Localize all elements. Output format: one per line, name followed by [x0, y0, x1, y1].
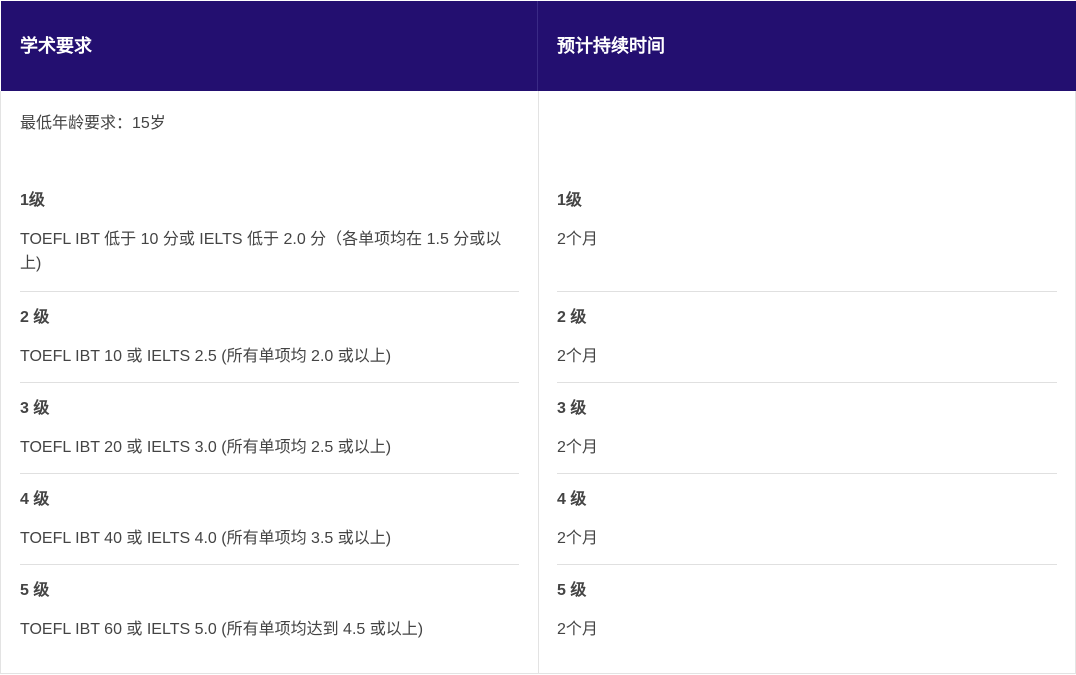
level-4-duration-label: 4 级	[557, 491, 587, 508]
header-academic-requirements: 学术要求	[1, 1, 538, 91]
row-divider	[557, 473, 1057, 474]
min-age-requirement: 最低年龄要求：15岁	[20, 115, 166, 132]
level-1-duration: 2个月	[557, 231, 598, 248]
table-header: 学术要求 预计持续时间	[1, 1, 1076, 91]
level-5-duration: 2个月	[557, 621, 598, 638]
level-1-label: 1级	[20, 192, 45, 209]
level-5-duration-label: 5 级	[557, 582, 587, 599]
row-divider	[557, 291, 1057, 292]
row-divider	[557, 382, 1057, 383]
level-5-requirement: TOEFL IBT 60 或 IELTS 5.0 (所有单项均达到 4.5 或以…	[20, 621, 424, 638]
level-4-label: 4 级	[20, 491, 50, 508]
row-divider	[557, 564, 1057, 565]
level-2-requirement: TOEFL IBT 10 或 IELTS 2.5 (所有单项均 2.0 或以上)	[20, 348, 392, 365]
level-1-duration-label: 1级	[557, 192, 582, 209]
level-2-label: 2 级	[20, 309, 50, 326]
level-4-duration: 2个月	[557, 530, 598, 547]
level-3-duration: 2个月	[557, 439, 598, 456]
row-divider	[20, 473, 519, 474]
level-3-requirement: TOEFL IBT 20 或 IELTS 3.0 (所有单项均 2.5 或以上)	[20, 439, 392, 456]
level-3-label: 3 级	[20, 400, 50, 417]
level-2-duration-label: 2 级	[557, 309, 587, 326]
requirements-table: 学术要求 预计持续时间 最低年龄要求：15岁 1级 TOEFL IBT 低于 1…	[0, 0, 1076, 674]
level-5-label: 5 级	[20, 582, 50, 599]
table-border-left	[0, 91, 1, 673]
row-divider	[20, 382, 519, 383]
header-expected-duration: 预计持续时间	[557, 36, 665, 56]
row-divider	[20, 564, 519, 565]
level-2-duration: 2个月	[557, 348, 598, 365]
column-divider	[538, 91, 539, 673]
row-divider	[20, 291, 519, 292]
level-4-requirement: TOEFL IBT 40 或 IELTS 4.0 (所有单项均 3.5 或以上)	[20, 530, 392, 547]
level-1-requirement: TOEFL IBT 低于 10 分或 IELTS 低于 2.0 分（各单项均在 …	[20, 231, 502, 272]
level-3-duration-label: 3 级	[557, 400, 587, 417]
